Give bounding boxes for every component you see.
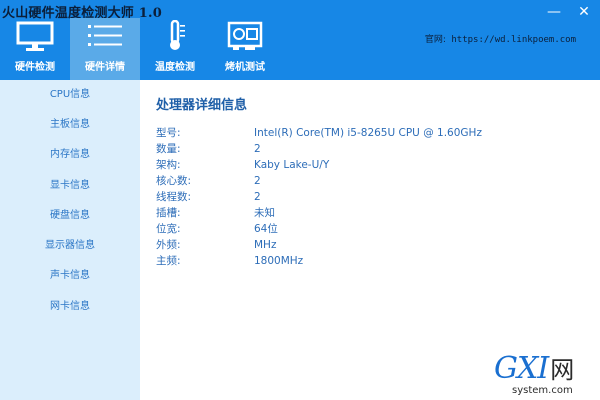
tab-label: 硬件详情 xyxy=(85,62,125,73)
info-key: 位宽: xyxy=(156,223,181,235)
info-key: 架构: xyxy=(156,159,181,171)
tab-label: 温度检测 xyxy=(155,62,195,73)
sidebar-item-cpu[interactable]: CPU信息 xyxy=(0,80,140,110)
sidebar: CPU信息 主板信息 内存信息 显卡信息 硬盘信息 显示器信息 声卡信息 网卡信… xyxy=(0,80,140,400)
info-value: 未知 xyxy=(254,207,275,219)
section-title: 处理器详细信息 xyxy=(156,98,248,113)
close-button[interactable]: ✕ xyxy=(576,4,592,20)
tab-hardware-details[interactable]: 硬件详情 xyxy=(70,18,140,80)
detail-panel: 处理器详细信息 型号: Intel(R) Core(TM) i5-8265U C… xyxy=(140,80,600,400)
sidebar-item-memory[interactable]: 内存信息 xyxy=(0,140,140,170)
info-value: 2 xyxy=(254,143,261,155)
tab-hardware-detect[interactable]: 硬件检测 xyxy=(0,18,70,80)
info-value: 64位 xyxy=(254,223,278,235)
minimize-button[interactable]: — xyxy=(546,4,562,20)
tab-temperature-detect[interactable]: 温度检测 xyxy=(140,18,210,80)
info-value: Intel(R) Core(TM) i5-8265U CPU @ 1.60GHz xyxy=(254,127,482,139)
sidebar-item-display[interactable]: 显示器信息 xyxy=(0,231,140,261)
window-controls: — ✕ xyxy=(546,4,592,20)
watermark-brand-text: GXI xyxy=(494,351,549,386)
info-key: 外频: xyxy=(156,239,181,251)
info-key: 数量: xyxy=(156,143,181,155)
website-label: 官网: xyxy=(424,35,446,45)
thermometer-icon xyxy=(140,20,210,52)
watermark-brand: GXI网 xyxy=(494,350,574,386)
website-url[interactable]: https://wd.linkpoem.com xyxy=(451,35,576,45)
info-key: 核心数: xyxy=(156,175,192,187)
info-value: 2 xyxy=(254,191,261,203)
tab-label: 硬件检测 xyxy=(15,62,55,73)
sidebar-item-sound[interactable]: 声卡信息 xyxy=(0,261,140,291)
info-value: Kaby Lake-U/Y xyxy=(254,159,330,171)
website-link[interactable]: 官网: https://wd.linkpoem.com xyxy=(425,32,576,45)
sidebar-item-disk[interactable]: 硬盘信息 xyxy=(0,201,140,231)
watermark-logo: GXI网 system.com xyxy=(494,351,594,398)
info-key: 主频: xyxy=(156,255,181,267)
info-value: 2 xyxy=(254,175,261,187)
info-value: 1800MHz xyxy=(254,255,304,267)
info-key: 插槽: xyxy=(156,207,181,219)
tab-label: 烤机测试 xyxy=(225,62,265,73)
monitor-icon xyxy=(0,20,70,52)
sidebar-item-network[interactable]: 网卡信息 xyxy=(0,292,140,322)
list-icon xyxy=(70,20,140,52)
watermark-brand-cn: 网 xyxy=(550,356,574,384)
sidebar-item-motherboard[interactable]: 主板信息 xyxy=(0,110,140,140)
info-value: MHz xyxy=(254,239,277,251)
sidebar-item-graphics[interactable]: 显卡信息 xyxy=(0,171,140,201)
tab-burn-in-test[interactable]: 烤机测试 xyxy=(210,18,280,80)
info-key: 型号: xyxy=(156,127,181,139)
watermark-domain: system.com xyxy=(512,385,573,396)
info-key: 线程数: xyxy=(156,191,192,203)
gpu-card-icon xyxy=(210,20,280,52)
top-bar: 火山硬件温度检测大师 1.0 — ✕ 硬件检测 硬件详情 温度检测 烤机测试 官… xyxy=(0,0,600,80)
